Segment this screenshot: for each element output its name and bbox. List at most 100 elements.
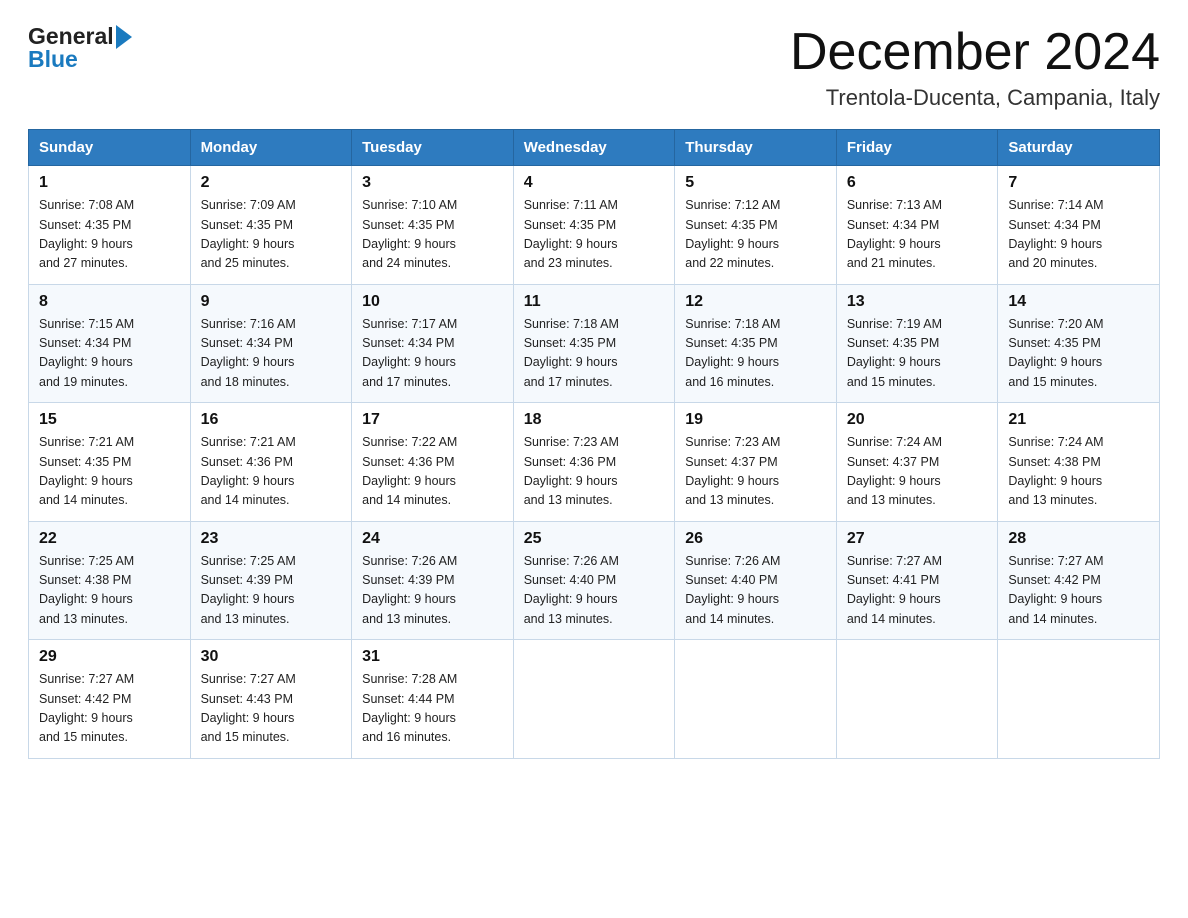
calendar-cell: 8 Sunrise: 7:15 AM Sunset: 4:34 PM Daylig… [29,284,191,403]
calendar-header-row: SundayMondayTuesdayWednesdayThursdayFrid… [29,130,1160,166]
day-number: 27 [847,530,988,548]
calendar-cell: 29Sunrise: 7:27 AM Sunset: 4:42 PM Dayli… [29,640,191,759]
calendar-table: SundayMondayTuesdayWednesdayThursdayFrid… [28,129,1160,759]
calendar-cell: 10Sunrise: 7:17 AM Sunset: 4:34 PM Dayli… [352,284,514,403]
day-number: 19 [685,411,826,429]
day-info: Sunrise: 7:23 AM Sunset: 4:36 PM Dayligh… [524,433,665,511]
day-number: 8 [39,293,180,311]
calendar-cell: 21 Sunrise: 7:24 AM Sunset: 4:38 PM Dayli… [998,403,1160,522]
calendar-cell: 27 Sunrise: 7:27 AM Sunset: 4:41 PM Dayli… [836,521,998,640]
calendar-week-row: 29Sunrise: 7:27 AM Sunset: 4:42 PM Dayli… [29,640,1160,759]
day-number: 21 [1008,411,1149,429]
day-number: 5 [685,174,826,192]
day-number: 25 [524,530,665,548]
day-number: 28 [1008,530,1149,548]
calendar-cell: 26 Sunrise: 7:26 AM Sunset: 4:40 PM Dayli… [675,521,837,640]
calendar-header-wednesday: Wednesday [513,130,675,166]
day-number: 26 [685,530,826,548]
calendar-week-row: 15 Sunrise: 7:21 AM Sunset: 4:35 PM Dayli… [29,403,1160,522]
calendar-cell: 19 Sunrise: 7:23 AM Sunset: 4:37 PM Dayli… [675,403,837,522]
day-info: Sunrise: 7:27 AM Sunset: 4:42 PM Dayligh… [39,670,180,748]
day-number: 15 [39,411,180,429]
day-number: 30 [201,648,342,666]
calendar-header-friday: Friday [836,130,998,166]
day-info: Sunrise: 7:25 AM Sunset: 4:39 PM Dayligh… [201,552,342,630]
day-number: 17 [362,411,503,429]
day-info: Sunrise: 7:23 AM Sunset: 4:37 PM Dayligh… [685,433,826,511]
calendar-cell: 14 Sunrise: 7:20 AM Sunset: 4:35 PM Dayli… [998,284,1160,403]
calendar-cell: 22Sunrise: 7:25 AM Sunset: 4:38 PM Dayli… [29,521,191,640]
calendar-header-sunday: Sunday [29,130,191,166]
calendar-cell: 18Sunrise: 7:23 AM Sunset: 4:36 PM Dayli… [513,403,675,522]
day-info: Sunrise: 7:26 AM Sunset: 4:40 PM Dayligh… [685,552,826,630]
calendar-header-saturday: Saturday [998,130,1160,166]
calendar-cell: 31 Sunrise: 7:28 AM Sunset: 4:44 PM Dayli… [352,640,514,759]
calendar-cell [836,640,998,759]
day-info: Sunrise: 7:16 AM Sunset: 4:34 PM Dayligh… [201,315,342,393]
day-info: Sunrise: 7:24 AM Sunset: 4:37 PM Dayligh… [847,433,988,511]
day-info: Sunrise: 7:26 AM Sunset: 4:40 PM Dayligh… [524,552,665,630]
day-info: Sunrise: 7:21 AM Sunset: 4:35 PM Dayligh… [39,433,180,511]
logo-blue-text: Blue [28,48,132,71]
calendar-cell: 5 Sunrise: 7:12 AM Sunset: 4:35 PM Daylig… [675,166,837,285]
calendar-cell: 6Sunrise: 7:13 AM Sunset: 4:34 PM Daylig… [836,166,998,285]
day-number: 3 [362,174,503,192]
day-info: Sunrise: 7:25 AM Sunset: 4:38 PM Dayligh… [39,552,180,630]
calendar-week-row: 22Sunrise: 7:25 AM Sunset: 4:38 PM Dayli… [29,521,1160,640]
calendar-cell [675,640,837,759]
day-info: Sunrise: 7:14 AM Sunset: 4:34 PM Dayligh… [1008,196,1149,274]
day-number: 1 [39,174,180,192]
day-info: Sunrise: 7:12 AM Sunset: 4:35 PM Dayligh… [685,196,826,274]
day-info: Sunrise: 7:10 AM Sunset: 4:35 PM Dayligh… [362,196,503,274]
calendar-cell [513,640,675,759]
calendar-cell: 1 Sunrise: 7:08 AM Sunset: 4:35 PM Daylig… [29,166,191,285]
calendar-cell: 4 Sunrise: 7:11 AM Sunset: 4:35 PM Daylig… [513,166,675,285]
day-info: Sunrise: 7:26 AM Sunset: 4:39 PM Dayligh… [362,552,503,630]
calendar-cell: 17Sunrise: 7:22 AM Sunset: 4:36 PM Dayli… [352,403,514,522]
day-number: 31 [362,648,503,666]
calendar-cell: 30 Sunrise: 7:27 AM Sunset: 4:43 PM Dayli… [190,640,352,759]
day-info: Sunrise: 7:21 AM Sunset: 4:36 PM Dayligh… [201,433,342,511]
calendar-header-tuesday: Tuesday [352,130,514,166]
calendar-cell: 28 Sunrise: 7:27 AM Sunset: 4:42 PM Dayli… [998,521,1160,640]
day-info: Sunrise: 7:09 AM Sunset: 4:35 PM Dayligh… [201,196,342,274]
calendar-cell: 11Sunrise: 7:18 AM Sunset: 4:35 PM Dayli… [513,284,675,403]
calendar-cell: 25 Sunrise: 7:26 AM Sunset: 4:40 PM Dayli… [513,521,675,640]
logo: General Blue [28,24,132,71]
calendar-cell: 2 Sunrise: 7:09 AM Sunset: 4:35 PM Daylig… [190,166,352,285]
page-header: General Blue December 2024 Trentola-Duce… [28,24,1160,111]
calendar-cell [998,640,1160,759]
calendar-cell: 3 Sunrise: 7:10 AM Sunset: 4:35 PM Daylig… [352,166,514,285]
day-number: 14 [1008,293,1149,311]
location-subtitle: Trentola-Ducenta, Campania, Italy [790,85,1160,111]
day-info: Sunrise: 7:20 AM Sunset: 4:35 PM Dayligh… [1008,315,1149,393]
month-year-title: December 2024 [790,24,1160,81]
day-info: Sunrise: 7:28 AM Sunset: 4:44 PM Dayligh… [362,670,503,748]
day-number: 12 [685,293,826,311]
day-number: 20 [847,411,988,429]
day-number: 4 [524,174,665,192]
day-number: 24 [362,530,503,548]
day-number: 23 [201,530,342,548]
logo-arrow-icon [116,25,132,49]
day-info: Sunrise: 7:11 AM Sunset: 4:35 PM Dayligh… [524,196,665,274]
day-number: 2 [201,174,342,192]
day-number: 10 [362,293,503,311]
day-info: Sunrise: 7:27 AM Sunset: 4:42 PM Dayligh… [1008,552,1149,630]
day-info: Sunrise: 7:24 AM Sunset: 4:38 PM Dayligh… [1008,433,1149,511]
day-number: 9 [201,293,342,311]
day-number: 13 [847,293,988,311]
calendar-week-row: 8 Sunrise: 7:15 AM Sunset: 4:34 PM Daylig… [29,284,1160,403]
day-info: Sunrise: 7:18 AM Sunset: 4:35 PM Dayligh… [685,315,826,393]
day-info: Sunrise: 7:08 AM Sunset: 4:35 PM Dayligh… [39,196,180,274]
calendar-cell: 15 Sunrise: 7:21 AM Sunset: 4:35 PM Dayli… [29,403,191,522]
title-block: December 2024 Trentola-Ducenta, Campania… [790,24,1160,111]
calendar-week-row: 1 Sunrise: 7:08 AM Sunset: 4:35 PM Daylig… [29,166,1160,285]
calendar-cell: 16Sunrise: 7:21 AM Sunset: 4:36 PM Dayli… [190,403,352,522]
day-info: Sunrise: 7:19 AM Sunset: 4:35 PM Dayligh… [847,315,988,393]
day-info: Sunrise: 7:15 AM Sunset: 4:34 PM Dayligh… [39,315,180,393]
logo-general-text: General [28,25,114,48]
day-info: Sunrise: 7:27 AM Sunset: 4:41 PM Dayligh… [847,552,988,630]
calendar-header-monday: Monday [190,130,352,166]
day-info: Sunrise: 7:27 AM Sunset: 4:43 PM Dayligh… [201,670,342,748]
